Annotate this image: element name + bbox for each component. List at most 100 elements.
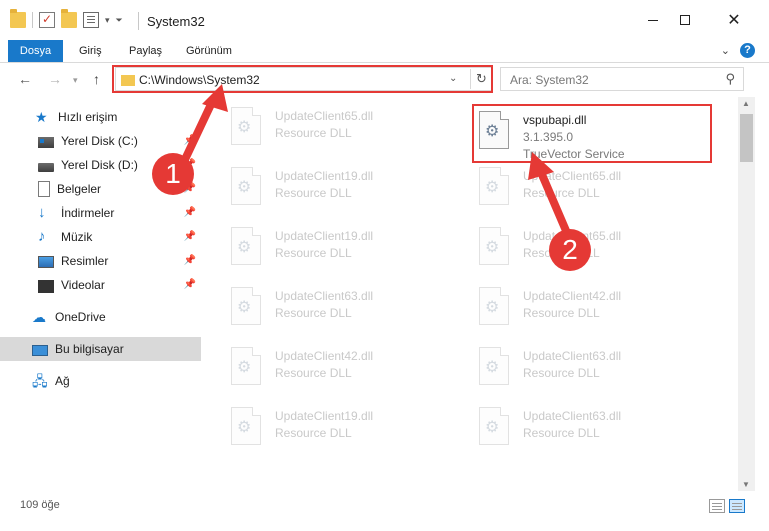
- star-icon: ★: [35, 109, 48, 125]
- search-input[interactable]: Ara: System32 ⚲: [500, 67, 744, 91]
- sidebar-item-label: Yerel Disk (C:): [61, 134, 138, 148]
- sidebar-item-quick-access[interactable]: ★ Hızlı erişim: [0, 105, 201, 129]
- network-icon: 🖧: [32, 373, 48, 389]
- file-item-vspubapi[interactable]: ⚙ vspubapi.dll 3.1.395.0 TrueVector Serv…: [471, 103, 711, 161]
- sidebar-item-videos[interactable]: Videolar 📌: [0, 273, 201, 297]
- pictures-icon: [38, 256, 54, 268]
- file-item[interactable]: ⚙ UpdateClient42.dll Resource DLL: [223, 339, 463, 395]
- expand-ribbon-icon[interactable]: ⌄: [721, 44, 730, 57]
- sidebar-item-network[interactable]: 🖧 Ağ: [0, 369, 201, 393]
- scroll-down-icon[interactable]: ▼: [742, 480, 750, 489]
- sidebar-item-label: Bu bilgisayar: [55, 342, 124, 356]
- close-button[interactable]: ✕: [711, 0, 757, 40]
- drive-c-icon: [38, 136, 54, 148]
- file-type: Resource DLL: [275, 306, 352, 320]
- callout-1: 1: [152, 153, 194, 195]
- maximize-icon: [680, 15, 690, 25]
- up-arrow-icon[interactable]: ↑: [93, 71, 100, 87]
- vertical-scrollbar[interactable]: ▲ ▼: [738, 97, 755, 491]
- sidebar-item-label: Yerel Disk (D:): [61, 158, 138, 172]
- file-item[interactable]: ⚙ UpdateClient19.dll Resource DLL: [223, 219, 463, 275]
- file-type: Resource DLL: [523, 366, 600, 380]
- sidebar-item-local-disk-c[interactable]: Yerel Disk (C:) 📌: [0, 129, 201, 153]
- close-icon: ✕: [727, 12, 741, 29]
- file-item[interactable]: ⚙ UpdateClient65.dll Resource DLL: [223, 99, 463, 155]
- recent-locations-icon[interactable]: ▾: [73, 75, 78, 86]
- new-folder-icon[interactable]: [61, 9, 77, 28]
- callout-2: 2: [549, 229, 591, 271]
- help-icon[interactable]: ?: [740, 43, 755, 58]
- back-arrow-icon[interactable]: ←: [18, 71, 32, 87]
- folder-icon[interactable]: [10, 9, 26, 28]
- address-path[interactable]: C:\Windows\System32: [139, 73, 260, 87]
- search-icon[interactable]: ⚲: [725, 71, 735, 87]
- dll-file-icon: ⚙: [231, 167, 265, 209]
- file-item[interactable]: ⚙ UpdateClient63.dll Resource DLL: [471, 339, 711, 395]
- view-switcher: [709, 499, 745, 513]
- documents-icon: [38, 181, 50, 197]
- dll-file-icon: ⚙: [231, 227, 265, 269]
- sidebar-item-label: Ağ: [55, 374, 70, 388]
- file-item[interactable]: ⚙ UpdateClient63.dll Resource DLL: [471, 399, 711, 455]
- dll-file-icon: ⚙: [479, 407, 513, 449]
- refresh-icon[interactable]: ↻: [470, 69, 492, 89]
- tab-view[interactable]: Görünüm: [186, 40, 232, 62]
- sidebar-item-onedrive[interactable]: ☁ OneDrive: [0, 305, 201, 329]
- dll-file-icon: ⚙: [231, 287, 265, 329]
- file-name: UpdateClient42.dll: [275, 349, 374, 363]
- pin-icon[interactable]: 📌: [184, 255, 196, 266]
- file-name: UpdateClient19.dll: [275, 229, 374, 243]
- file-type: Resource DLL: [275, 246, 352, 260]
- sidebar-item-label: Müzik: [61, 230, 93, 244]
- title-divider: [138, 12, 139, 30]
- file-name: UpdateClient63.dll: [523, 409, 622, 423]
- file-type: Resource DLL: [275, 426, 352, 440]
- properties-icon[interactable]: [39, 12, 55, 28]
- dll-file-icon: ⚙: [231, 347, 265, 389]
- file-item[interactable]: ⚙ UpdateClient19.dll Resource DLL: [223, 159, 463, 215]
- address-bar[interactable]: C:\Windows\System32 ⌄ ↻: [115, 67, 492, 91]
- file-type: Resource DLL: [523, 186, 600, 200]
- scrollbar-thumb[interactable]: [740, 114, 753, 162]
- file-name: UpdateClient63.dll: [275, 289, 374, 303]
- tab-home[interactable]: Giriş: [79, 40, 102, 62]
- pin-icon[interactable]: 📌: [184, 231, 196, 242]
- file-item[interactable]: ⚙ UpdateClient63.dll Resource DLL: [223, 279, 463, 335]
- dll-file-icon: ⚙: [479, 111, 513, 153]
- file-name: UpdateClient65.dll: [275, 109, 374, 123]
- sidebar-item-pictures[interactable]: Resimler 📌: [0, 249, 201, 273]
- dll-file-icon: ⚙: [231, 407, 265, 449]
- pin-icon[interactable]: 📌: [184, 207, 196, 218]
- details-view-icon[interactable]: [709, 499, 725, 513]
- file-name: UpdateClient63.dll: [523, 349, 622, 363]
- file-name: UpdateClient19.dll: [275, 169, 374, 183]
- window-title: System32: [147, 14, 205, 29]
- quick-access-toolbar: ▾ ⏷: [10, 9, 123, 28]
- dll-file-icon: ⚙: [231, 107, 265, 149]
- tiles-view-icon[interactable]: [729, 499, 745, 513]
- file-item[interactable]: ⚙ UpdateClient65.dll Resource DLL: [471, 159, 711, 215]
- view-options-icon[interactable]: [83, 12, 99, 28]
- sidebar-item-downloads[interactable]: ↓ İndirmeler 📌: [0, 201, 201, 225]
- dll-file-icon: ⚙: [479, 167, 513, 209]
- music-icon: ♪: [38, 228, 46, 245]
- sidebar-item-music[interactable]: ♪ Müzik 📌: [0, 225, 201, 249]
- file-type: Resource DLL: [523, 426, 600, 440]
- file-item[interactable]: ⚙ UpdateClient42.dll Resource DLL: [471, 279, 711, 335]
- sidebar-item-this-pc[interactable]: Bu bilgisayar: [0, 337, 201, 361]
- tab-file[interactable]: Dosya: [8, 40, 63, 62]
- customize-toolbar-icon[interactable]: ⏷: [116, 15, 123, 26]
- maximize-button[interactable]: [662, 0, 708, 40]
- tab-share[interactable]: Paylaş: [129, 40, 162, 62]
- file-item[interactable]: ⚙ UpdateClient19.dll Resource DLL: [223, 399, 463, 455]
- pin-icon[interactable]: 📌: [184, 279, 196, 290]
- scroll-up-icon[interactable]: ▲: [742, 99, 750, 108]
- navigation-bar: ← → ▾ ↑ C:\Windows\System32 ⌄ ↻ Ara: Sys…: [0, 63, 769, 97]
- chevron-down-icon[interactable]: ⌄: [449, 73, 457, 84]
- onedrive-icon: ☁: [32, 309, 46, 325]
- forward-arrow-icon[interactable]: →: [48, 71, 62, 87]
- chevron-down-icon[interactable]: ▾: [105, 15, 110, 26]
- file-type: Resource DLL: [523, 306, 600, 320]
- pin-icon[interactable]: 📌: [184, 135, 196, 146]
- file-item[interactable]: ⚙ UpdateClient65.dll Resource DLL: [471, 219, 711, 275]
